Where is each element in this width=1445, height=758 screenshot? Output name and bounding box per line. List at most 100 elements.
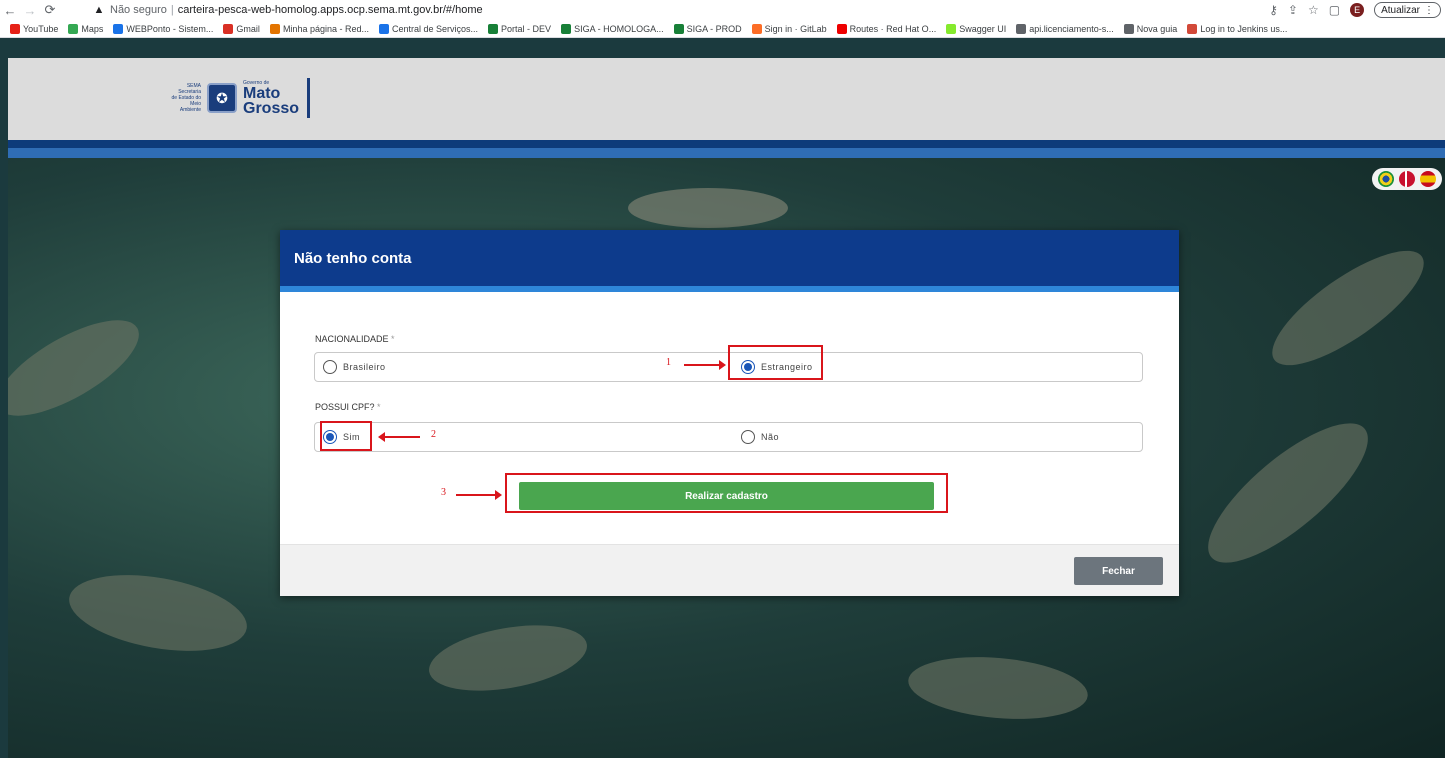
address-separator: | bbox=[170, 4, 174, 16]
bookmark-item[interactable]: Gmail bbox=[223, 23, 260, 34]
bookmark-item[interactable]: SIGA - PROD bbox=[673, 23, 742, 34]
bookmark-label: Central de Serviços... bbox=[392, 23, 479, 34]
bookmark-label: Nova guia bbox=[1136, 23, 1178, 34]
fish-shape bbox=[905, 650, 1091, 726]
bookmark-label: SIGA - HOMOLOGA... bbox=[574, 23, 664, 34]
brazil-flag-icon[interactable] bbox=[1378, 171, 1395, 187]
address-bar[interactable]: ▲ Não seguro | carteira-pesca-web-homolo… bbox=[92, 1, 483, 19]
browser-right-tools: ⚷ ⇪ ☆ ▢ E Atualizar ⋮ bbox=[1269, 1, 1441, 19]
bookmark-item[interactable]: Sign in · GitLab bbox=[751, 23, 827, 34]
annotation-number-1: 1 bbox=[666, 357, 671, 368]
bookmark-label: api.licenciamento-s... bbox=[1029, 23, 1114, 34]
annotation-arrow-2 bbox=[378, 432, 420, 442]
radio-label: Não bbox=[761, 432, 780, 442]
cpf-radio-group: Sim Não bbox=[314, 422, 1143, 452]
logo-divider bbox=[307, 78, 311, 118]
nationality-label-text: NACIONALIDADE bbox=[315, 334, 389, 344]
update-label: Atualizar bbox=[1381, 4, 1420, 16]
spain-flag-icon[interactable] bbox=[1419, 171, 1436, 187]
bookmark-favicon-icon bbox=[836, 23, 847, 34]
bookmark-label: Portal - DEV bbox=[501, 23, 552, 34]
bookmark-label: SIGA - PROD bbox=[686, 23, 742, 34]
modal-header: Não tenho conta bbox=[280, 230, 1179, 286]
bookmark-item[interactable]: Central de Serviços... bbox=[379, 23, 479, 34]
bookmark-label: Maps bbox=[81, 23, 104, 34]
bookmark-favicon-icon bbox=[751, 23, 762, 34]
key-icon[interactable]: ⚷ bbox=[1269, 3, 1278, 17]
state-line-1: Mato bbox=[243, 85, 281, 102]
bookmark-label: Sign in · GitLab bbox=[764, 23, 827, 34]
cpf-label-text: POSSUI CPF? bbox=[315, 402, 375, 412]
url-text: carteira-pesca-web-homolog.apps.ocp.sema… bbox=[177, 4, 483, 16]
radio-nao[interactable]: Não bbox=[741, 430, 779, 444]
modal-title: Não tenho conta bbox=[294, 249, 412, 267]
state-line-2: Grosso bbox=[243, 100, 300, 117]
bookmark-item[interactable]: Portal - DEV bbox=[488, 23, 552, 34]
radio-circle bbox=[323, 360, 337, 374]
sema-logo[interactable]: SEMA Secretaria de Estado do Meio Ambien… bbox=[171, 78, 311, 118]
register-modal: Não tenho conta NACIONALIDADE * Brasilei… bbox=[280, 230, 1179, 596]
bookmark-label: Minha página - Red... bbox=[282, 23, 369, 34]
crest-icon: ✪ bbox=[207, 83, 237, 113]
bookmark-favicon-icon bbox=[1187, 23, 1198, 34]
bookmark-item[interactable]: Routes · Red Hat O... bbox=[836, 23, 937, 34]
kebab-menu-icon: ⋮ bbox=[1424, 4, 1434, 16]
bookmark-item[interactable]: Nova guia bbox=[1123, 23, 1178, 34]
bookmark-item[interactable]: Swagger UI bbox=[946, 23, 1007, 34]
forward-arrow-icon[interactable]: → bbox=[20, 0, 40, 20]
annotation-number-3: 3 bbox=[441, 487, 446, 498]
bookmark-favicon-icon bbox=[488, 23, 499, 34]
fish-shape bbox=[1188, 401, 1388, 585]
bookmark-favicon-icon bbox=[269, 23, 280, 34]
nationality-label: NACIONALIDADE * bbox=[315, 334, 395, 344]
fish-shape bbox=[424, 614, 592, 702]
avatar[interactable]: E bbox=[1350, 3, 1365, 17]
annotation-box-2 bbox=[320, 421, 372, 451]
bookmarks-bar: YouTube Maps WEBPonto - Sistem... Gmail Minh… bbox=[0, 20, 1445, 38]
bookmark-favicon-icon bbox=[1123, 23, 1134, 34]
star-icon[interactable]: ☆ bbox=[1308, 3, 1319, 17]
header-stripe bbox=[8, 140, 1445, 148]
bookmark-item[interactable]: WEBPonto - Sistem... bbox=[113, 23, 214, 34]
close-button-label: Fechar bbox=[1102, 565, 1135, 577]
bookmark-label: WEBPonto - Sistem... bbox=[126, 23, 214, 34]
bookmark-item[interactable]: api.licenciamento-s... bbox=[1016, 23, 1114, 34]
bookmark-item[interactable]: Log in to Jenkins us... bbox=[1187, 23, 1288, 34]
annotation-box-3 bbox=[505, 473, 948, 513]
annotation-box-1 bbox=[728, 345, 823, 380]
bookmark-label: YouTube bbox=[23, 23, 59, 34]
share-icon[interactable]: ⇪ bbox=[1288, 3, 1298, 17]
bookmark-favicon-icon bbox=[1016, 23, 1027, 34]
uk-flag-icon[interactable] bbox=[1398, 171, 1415, 187]
state-name: Governo de Mato Grosso bbox=[243, 80, 300, 117]
bookmark-item[interactable]: SIGA - HOMOLOGA... bbox=[561, 23, 664, 34]
bookmark-label: Gmail bbox=[236, 23, 260, 34]
bookmark-favicon-icon bbox=[113, 23, 124, 34]
bookmark-label: Routes · Red Hat O... bbox=[849, 23, 937, 34]
warning-icon: ▲ bbox=[93, 4, 105, 16]
back-arrow-icon[interactable]: ← bbox=[0, 0, 20, 20]
bookmark-favicon-icon bbox=[561, 23, 572, 34]
site-header: SEMA Secretaria de Estado do Meio Ambien… bbox=[8, 58, 1445, 140]
close-button[interactable]: Fechar bbox=[1074, 557, 1163, 585]
bookmark-favicon-icon bbox=[379, 23, 389, 34]
annotation-arrow-1 bbox=[684, 360, 726, 370]
radio-circle bbox=[741, 430, 755, 444]
radio-brasileiro[interactable]: Brasileiro bbox=[323, 360, 386, 374]
modal-footer: Fechar bbox=[280, 544, 1179, 596]
fish-shape bbox=[1257, 231, 1439, 385]
bookmark-item[interactable]: YouTube bbox=[10, 23, 59, 34]
browser-toolbar: ← → ⟳ ▲ Não seguro | carteira-pesca-web-… bbox=[0, 0, 1445, 20]
header-stripe-light bbox=[8, 148, 1445, 158]
update-button[interactable]: Atualizar ⋮ bbox=[1374, 2, 1441, 18]
side-panel-icon[interactable]: ▢ bbox=[1329, 3, 1340, 17]
radio-label: Brasileiro bbox=[343, 362, 386, 372]
reload-icon[interactable]: ⟳ bbox=[40, 0, 60, 20]
bookmark-item[interactable]: Minha página - Red... bbox=[269, 23, 369, 34]
bookmark-item[interactable]: Maps bbox=[68, 23, 104, 34]
bookmark-label: Log in to Jenkins us... bbox=[1200, 23, 1288, 34]
required-mark: * bbox=[391, 334, 395, 344]
bookmark-favicon-icon bbox=[673, 23, 684, 34]
fish-shape bbox=[8, 302, 153, 434]
bookmark-label: Swagger UI bbox=[959, 23, 1007, 34]
